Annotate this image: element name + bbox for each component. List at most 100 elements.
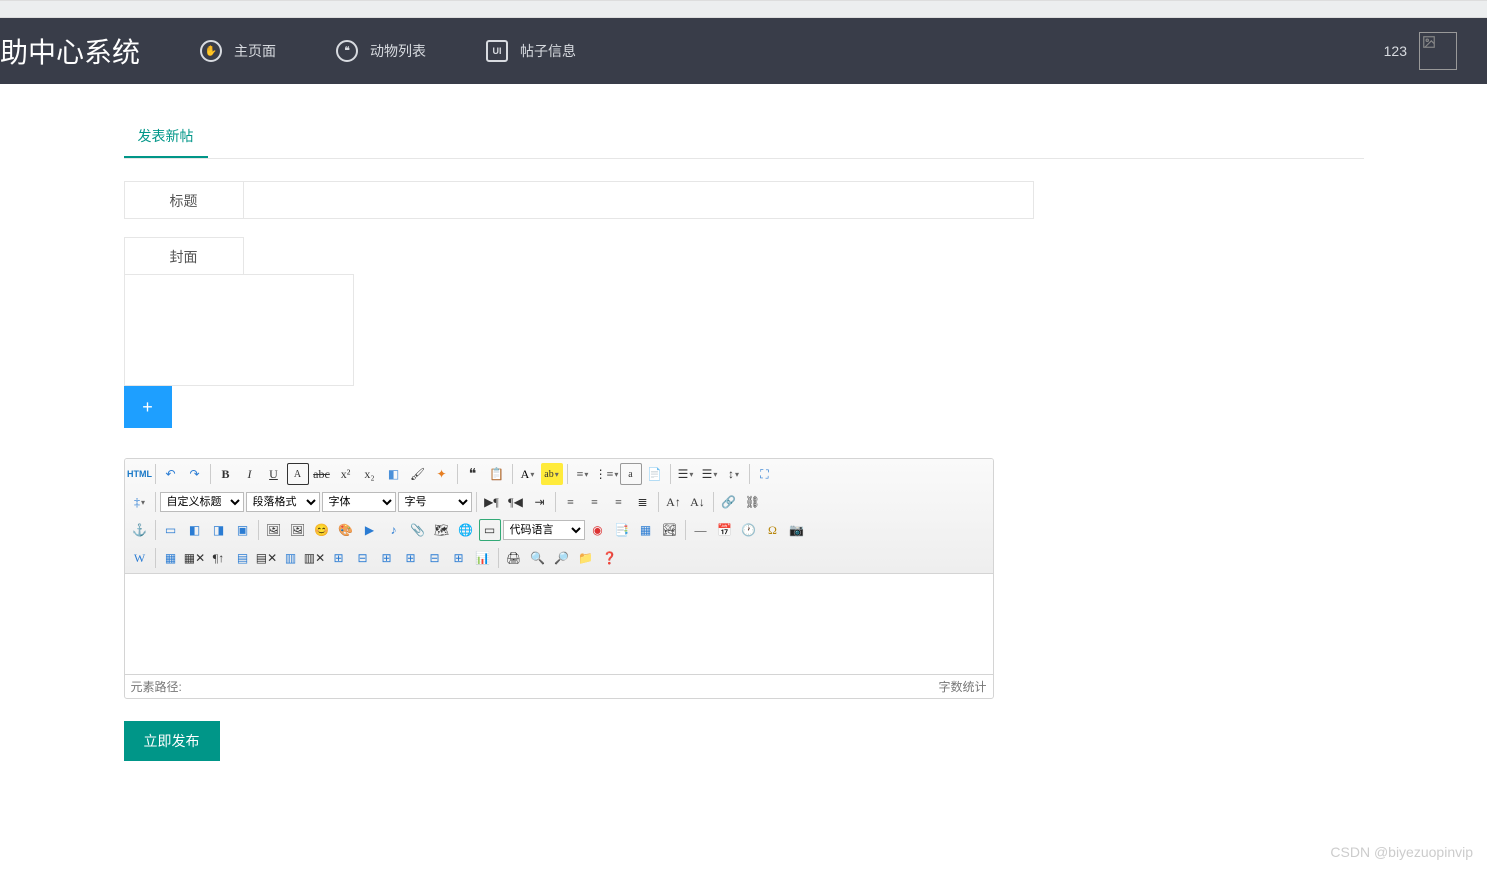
map-button[interactable]: 🗺 — [431, 519, 453, 541]
ltr-button[interactable]: ▶¶ — [481, 491, 503, 513]
anchor-button[interactable]: ⚓ — [129, 519, 151, 541]
separator — [555, 492, 556, 512]
undo-button[interactable]: ↶ — [160, 463, 182, 485]
avatar[interactable] — [1419, 32, 1457, 70]
bold-button[interactable]: B — [215, 463, 237, 485]
font-border-button[interactable]: A — [287, 463, 309, 485]
background-button[interactable]: 🏞 — [659, 519, 681, 541]
insert-image-button[interactable]: 🖼 — [263, 519, 285, 541]
forecolor-button[interactable]: A▾ — [517, 463, 539, 485]
video-button[interactable]: ▶ — [359, 519, 381, 541]
blockquote-button[interactable]: ❝ — [462, 463, 484, 485]
word-count[interactable]: 字数统计 — [938, 678, 986, 695]
inserttable-button[interactable]: ▦ — [160, 547, 182, 569]
mergeright-button[interactable]: ⊟ — [352, 547, 374, 569]
tab-new-post[interactable]: 发表新帖 — [124, 116, 208, 158]
autotypeset-button[interactable]: ✦ — [431, 463, 453, 485]
codelang-select[interactable]: 代码语言 — [503, 520, 585, 540]
mergedown-button[interactable]: ⊞ — [376, 547, 398, 569]
nav-animals[interactable]: ❝ 动物列表 — [306, 18, 456, 84]
align-justify-button[interactable]: ≣ — [632, 491, 654, 513]
superscript-button[interactable]: x² — [335, 463, 357, 485]
strikethrough-button[interactable]: abc — [311, 463, 333, 485]
deletetable-button[interactable]: ▦✕ — [184, 547, 206, 569]
splittocells-button[interactable]: ⊞ — [400, 547, 422, 569]
deleterow-button[interactable]: ▤✕ — [256, 547, 278, 569]
pasteplain-button[interactable]: 📋 — [486, 463, 508, 485]
brand-title: 助中心系统 — [0, 31, 170, 71]
music-button[interactable]: ♪ — [383, 519, 405, 541]
align-center-button[interactable]: ≡ — [584, 491, 606, 513]
image-center-button[interactable]: ▣ — [232, 519, 254, 541]
align-left-button[interactable]: ≡ — [560, 491, 582, 513]
redo-button[interactable]: ↷ — [184, 463, 206, 485]
directionality-button[interactable]: ‡▾ — [129, 491, 151, 513]
pagebreak-button[interactable]: 📑 — [611, 519, 633, 541]
user-id[interactable]: 123 — [1384, 43, 1407, 59]
emotion-button[interactable]: 😊 — [311, 519, 333, 541]
ordered-list-button[interactable]: ≡▾ — [572, 463, 594, 485]
editor-content[interactable] — [125, 574, 993, 674]
splittorows-button[interactable]: ⊟ — [424, 547, 446, 569]
eraser-button[interactable]: ◧ — [383, 463, 405, 485]
rowspacing-top-button[interactable]: ☰▾ — [675, 463, 697, 485]
snapscreen-button[interactable]: 📷 — [786, 519, 808, 541]
multi-image-button[interactable]: 🖼 — [287, 519, 309, 541]
title-input[interactable] — [244, 181, 1034, 219]
selectall-button[interactable]: a — [620, 463, 642, 485]
image-none-button[interactable]: ▭ — [160, 519, 182, 541]
nav-home[interactable]: ✋ 主页面 — [170, 18, 306, 84]
backcolor-button[interactable]: ab▾ — [541, 463, 563, 485]
insertframe-button[interactable]: ▭ — [479, 519, 501, 541]
link-button[interactable]: 🔗 — [718, 491, 740, 513]
tolowercase-button[interactable]: A↓ — [687, 491, 709, 513]
insertrow-button[interactable]: ▤ — [232, 547, 254, 569]
rowspacing-bottom-button[interactable]: ☰▾ — [699, 463, 721, 485]
cleardoc-button[interactable]: 📄 — [644, 463, 666, 485]
custom-style-select[interactable]: 自定义标题 — [160, 492, 244, 512]
indent-button[interactable]: ⇥ — [529, 491, 551, 513]
insertparagraphbefore-button[interactable]: ¶↑ — [208, 547, 230, 569]
preview-button[interactable]: 🔍 — [527, 547, 549, 569]
searchreplace-button[interactable]: 🔎 — [551, 547, 573, 569]
time-button[interactable]: 🕐 — [738, 519, 760, 541]
gmap-button[interactable]: 🌐 — [455, 519, 477, 541]
publish-button[interactable]: 立即发布 — [124, 721, 220, 761]
charts-button[interactable]: 📊 — [472, 547, 494, 569]
image-right-button[interactable]: ◨ — [208, 519, 230, 541]
wordimage-button[interactable]: W — [129, 547, 151, 569]
italic-button[interactable]: I — [239, 463, 261, 485]
subscript-button[interactable]: x₂ — [359, 463, 381, 485]
mergecells-button[interactable]: ⊞ — [328, 547, 350, 569]
separator — [210, 464, 211, 484]
unordered-list-button[interactable]: ⋮≡▾ — [596, 463, 618, 485]
rtl-button[interactable]: ¶◀ — [505, 491, 527, 513]
format-brush-button[interactable]: 🖌 — [407, 463, 429, 485]
fontfamily-select[interactable]: 字体 — [322, 492, 396, 512]
nav-posts[interactable]: UI 帖子信息 — [456, 18, 606, 84]
help-button[interactable]: ❓ — [599, 547, 621, 569]
insertcol-button[interactable]: ▥ — [280, 547, 302, 569]
webapp-button[interactable]: ◉ — [587, 519, 609, 541]
unlink-button[interactable]: ⛓ — [742, 491, 764, 513]
print-button[interactable]: 🖨 — [503, 547, 525, 569]
splittocols-button[interactable]: ⊞ — [448, 547, 470, 569]
paragraph-select[interactable]: 段落格式 — [246, 492, 320, 512]
drafts-button[interactable]: 📁 — [575, 547, 597, 569]
fullscreen-button[interactable]: ⛶ — [754, 463, 776, 485]
date-button[interactable]: 📅 — [714, 519, 736, 541]
html-source-button[interactable]: HTML — [129, 463, 151, 485]
lineheight-button[interactable]: ↕▾ — [723, 463, 745, 485]
deletecol-button[interactable]: ▥✕ — [304, 547, 326, 569]
underline-button[interactable]: U — [263, 463, 285, 485]
image-left-button[interactable]: ◧ — [184, 519, 206, 541]
touppercase-button[interactable]: A↑ — [663, 491, 685, 513]
attachment-button[interactable]: 📎 — [407, 519, 429, 541]
scrawl-button[interactable]: 🎨 — [335, 519, 357, 541]
spechars-button[interactable]: Ω — [762, 519, 784, 541]
template-button[interactable]: ▦ — [635, 519, 657, 541]
horizontal-button[interactable]: — — [690, 519, 712, 541]
add-cover-button[interactable]: + — [124, 386, 172, 428]
align-right-button[interactable]: ≡ — [608, 491, 630, 513]
fontsize-select[interactable]: 字号 — [398, 492, 472, 512]
